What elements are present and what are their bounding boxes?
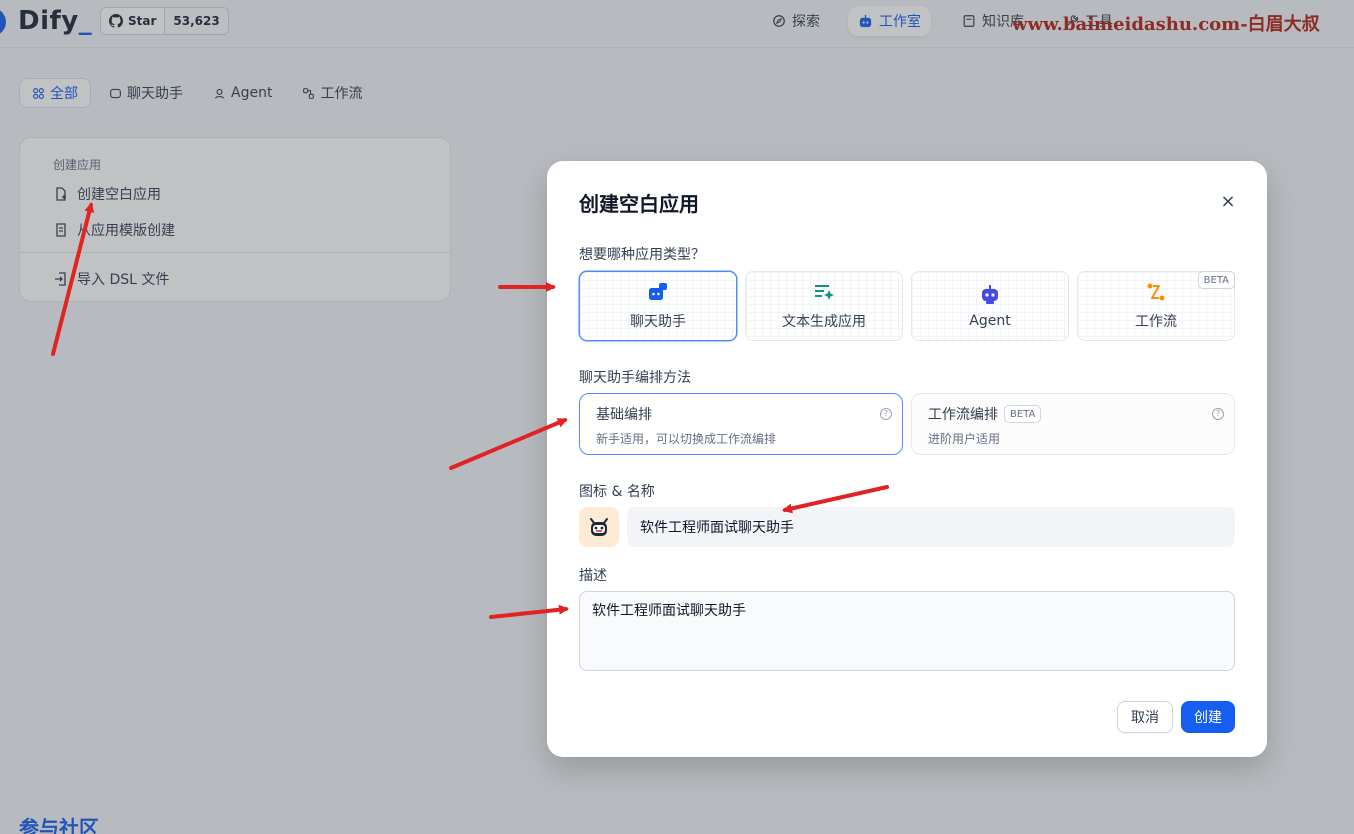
help-icon[interactable]: ? — [880, 408, 892, 420]
dialog-title: 创建空白应用 — [579, 192, 699, 216]
help-icon[interactable]: ? — [1212, 408, 1224, 420]
create-button[interactable]: 创建 — [1181, 701, 1235, 733]
type-workflow[interactable]: BETA 工作流 — [1077, 271, 1235, 341]
mode-basic[interactable]: 基础编排 新手适用，可以切换成工作流编排 ? — [579, 393, 903, 455]
description-label: 描述 — [579, 568, 607, 584]
beta-badge: BETA — [1004, 405, 1042, 423]
description-textarea[interactable]: 软件工程师面试聊天助手 — [579, 591, 1235, 671]
mode-label: 聊天助手编排方法 — [579, 370, 691, 386]
cancel-button[interactable]: 取消 — [1117, 701, 1173, 733]
workflow-icon — [1147, 283, 1165, 301]
text-generation-icon — [815, 285, 834, 300]
icon-name-label: 图标 & 名称 — [579, 484, 655, 500]
chatbot-icon — [649, 283, 667, 300]
type-text-generation[interactable]: 文本生成应用 — [745, 271, 903, 341]
agent-robot-icon — [982, 285, 998, 304]
app-name-input[interactable] — [627, 507, 1235, 547]
app-type-question: 想要哪种应用类型？ — [579, 247, 705, 263]
mode-workflow[interactable]: 工作流编排 BETA 进阶用户适用 ? — [911, 393, 1235, 455]
app-icon-picker[interactable] — [579, 507, 619, 547]
close-icon[interactable]: × — [1217, 191, 1239, 213]
app-type-options: 聊天助手 文本生成应用 Agent BETA 工作流 — [579, 271, 1235, 341]
type-chatbot[interactable]: 聊天助手 — [579, 271, 737, 341]
beta-badge: BETA — [1197, 271, 1235, 289]
create-blank-app-dialog: 创建空白应用 × 想要哪种应用类型？ 聊天助手 文本生成应用 Agent BET… — [547, 161, 1267, 757]
type-agent[interactable]: Agent — [911, 271, 1069, 341]
robot-face-icon — [590, 518, 608, 536]
orchestration-modes: 基础编排 新手适用，可以切换成工作流编排 ? 工作流编排 BETA 进阶用户适用 … — [579, 393, 1235, 455]
